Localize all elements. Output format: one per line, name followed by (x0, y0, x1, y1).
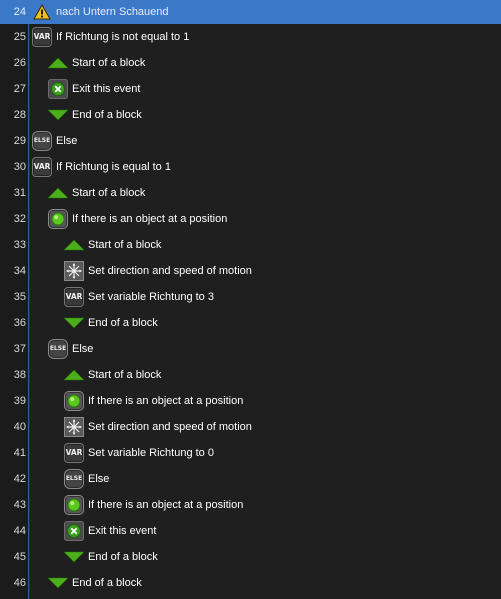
line-number: 36 (13, 317, 26, 329)
line-number: 25 (13, 31, 26, 43)
action-label: End of a block (88, 317, 158, 329)
line-number: 42 (13, 473, 26, 485)
line-number: 29 (13, 135, 26, 147)
end-block-icon (64, 547, 84, 567)
action-label: nach Untern Schauend (56, 6, 169, 18)
exit-event-icon (64, 521, 84, 541)
action-label: End of a block (72, 109, 142, 121)
action-label: Set variable Richtung to 3 (88, 291, 214, 303)
action-row-34[interactable]: 34 Set direction and speed of motion (0, 258, 501, 284)
action-row-25[interactable]: 25 VAR If Richtung is not equal to 1 (0, 24, 501, 50)
line-number: 33 (13, 239, 26, 251)
end-block-icon (48, 105, 68, 125)
line-number: 34 (13, 265, 26, 277)
action-row-45[interactable]: 45 End of a block (0, 544, 501, 570)
end-block-icon (48, 573, 68, 593)
action-row-36[interactable]: 36 End of a block (0, 310, 501, 336)
action-label: Else (56, 135, 78, 147)
line-number: 35 (13, 291, 26, 303)
line-number: 43 (13, 499, 26, 511)
action-row-26[interactable]: 26 Start of a block (0, 50, 501, 76)
object-check-icon (48, 209, 68, 229)
line-number: 38 (13, 369, 26, 381)
line-number: 40 (13, 421, 26, 433)
action-label: Exit this event (88, 525, 157, 537)
variable-icon: VAR (64, 287, 84, 307)
action-label: End of a block (88, 551, 158, 563)
action-label: Start of a block (88, 239, 162, 251)
object-check-icon (64, 495, 84, 515)
else-icon: ELSE (64, 469, 84, 489)
action-row-28[interactable]: 28 End of a block (0, 102, 501, 128)
action-label: If there is an object at a position (88, 499, 244, 511)
action-row-46[interactable]: 46 End of a block (0, 570, 501, 596)
end-block-icon (64, 313, 84, 333)
line-number: 28 (13, 109, 26, 121)
line-number: 39 (13, 395, 26, 407)
variable-icon: VAR (64, 443, 84, 463)
action-row-39[interactable]: 39 If there is an object at a position (0, 388, 501, 414)
action-label: If there is an object at a position (72, 213, 228, 225)
action-row-41[interactable]: 41 VAR Set variable Richtung to 0 (0, 440, 501, 466)
action-label: Start of a block (72, 187, 146, 199)
action-row-27[interactable]: 27 Exit this event (0, 76, 501, 102)
variable-icon: VAR (32, 157, 52, 177)
action-row-33[interactable]: 33 Start of a block (0, 232, 501, 258)
motion-arrows-icon (64, 417, 84, 437)
line-number: 30 (13, 161, 26, 173)
action-label: If there is an object at a position (88, 395, 244, 407)
else-icon: ELSE (48, 339, 68, 359)
action-rows: 24 nach Untern Schauend 25 VAR If Richtu… (0, 0, 501, 596)
action-label: Set direction and speed of motion (88, 421, 252, 433)
start-block-icon (64, 235, 84, 255)
variable-icon: VAR (32, 27, 52, 47)
warning-comment-icon (32, 2, 52, 22)
line-number: 37 (13, 343, 26, 355)
action-label: If Richtung is equal to 1 (56, 161, 171, 173)
action-row-37[interactable]: 37 ELSE Else (0, 336, 501, 362)
start-block-icon (64, 365, 84, 385)
action-label: Else (88, 473, 110, 485)
exit-event-icon (48, 79, 68, 99)
action-row-29[interactable]: 29 ELSE Else (0, 128, 501, 154)
action-row-24[interactable]: 24 nach Untern Schauend (0, 0, 501, 24)
line-number: 26 (13, 57, 26, 69)
action-row-38[interactable]: 38 Start of a block (0, 362, 501, 388)
action-row-32[interactable]: 32 If there is an object at a position (0, 206, 501, 232)
action-label: Else (72, 343, 94, 355)
action-label: Start of a block (88, 369, 162, 381)
action-row-44[interactable]: 44 Exit this event (0, 518, 501, 544)
action-row-31[interactable]: 31 Start of a block (0, 180, 501, 206)
line-number: 41 (13, 447, 26, 459)
action-row-40[interactable]: 40 Set direction and speed of motion (0, 414, 501, 440)
action-row-43[interactable]: 43 If there is an object at a position (0, 492, 501, 518)
line-number: 32 (13, 213, 26, 225)
motion-arrows-icon (64, 261, 84, 281)
action-label: If Richtung is not equal to 1 (56, 31, 190, 43)
start-block-icon (48, 53, 68, 73)
start-block-icon (48, 183, 68, 203)
line-number: 27 (13, 83, 26, 95)
action-label: Start of a block (72, 57, 146, 69)
line-number: 45 (13, 551, 26, 563)
action-label: Set variable Richtung to 0 (88, 447, 214, 459)
action-row-42[interactable]: 42 ELSE Else (0, 466, 501, 492)
action-row-35[interactable]: 35 VAR Set variable Richtung to 3 (0, 284, 501, 310)
action-row-30[interactable]: 30 VAR If Richtung is equal to 1 (0, 154, 501, 180)
action-label: Exit this event (72, 83, 141, 95)
action-label: End of a block (72, 577, 142, 589)
line-number: 46 (13, 577, 26, 589)
else-icon: ELSE (32, 131, 52, 151)
line-number: 44 (13, 525, 26, 537)
line-number: 31 (13, 187, 26, 199)
action-label: Set direction and speed of motion (88, 265, 252, 277)
object-check-icon (64, 391, 84, 411)
line-number: 24 (13, 6, 26, 18)
action-list-editor: 24 nach Untern Schauend 25 VAR If Richtu… (0, 0, 501, 599)
